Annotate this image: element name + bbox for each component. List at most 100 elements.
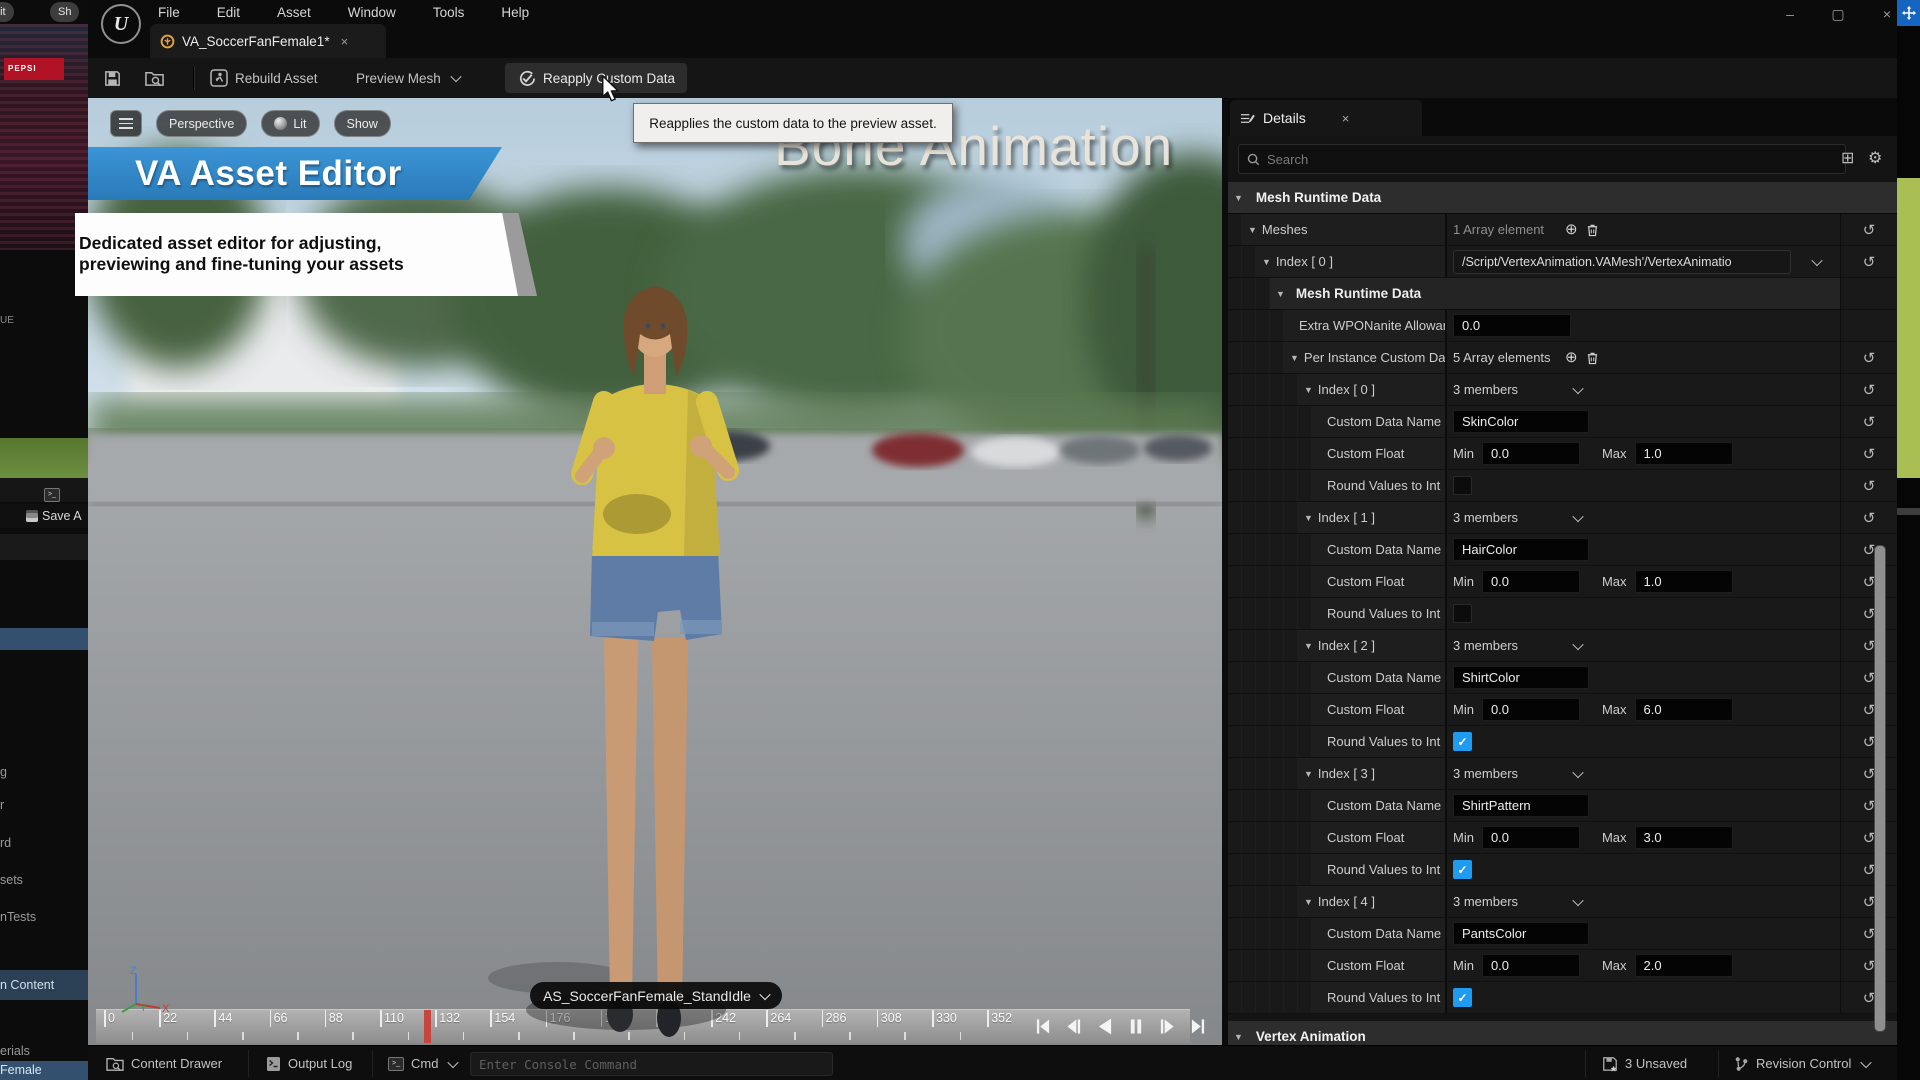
expander-arrow-icon[interactable]: ▼ [1234,193,1243,203]
round-values-checkbox[interactable]: ✓ [1453,860,1472,879]
expander-arrow-icon[interactable]: ▼ [1276,289,1285,299]
property-value-input[interactable]: ShirtPattern [1453,794,1589,817]
pause-button[interactable] [1125,1014,1147,1038]
empty-array-icon[interactable] [1586,351,1599,365]
step-back-button[interactable] [1063,1014,1085,1038]
details-scrollbar-thumb[interactable] [1874,545,1886,1032]
output-log-button[interactable]: Output Log [266,1046,352,1080]
details-search-input[interactable]: Search [1238,144,1846,174]
menu-asset[interactable]: Asset [277,5,311,20]
column-view-icon[interactable]: ⊞ [1841,148,1854,168]
expander-arrow-icon[interactable]: ▼ [1304,513,1313,523]
show-button[interactable]: Show [334,110,391,137]
trash-icon[interactable] [1586,223,1599,237]
round-values-checkbox[interactable] [1453,604,1472,623]
background-tree-item: g [0,765,88,779]
chevron-down-icon[interactable] [1572,638,1583,649]
property-value-input[interactable]: SkinColor [1453,410,1589,433]
animation-selector-dropdown[interactable]: AS_SoccerFanFemale_StandIdle [530,982,782,1009]
chevron-down-icon[interactable] [1572,766,1583,777]
category-header[interactable]: ▼Mesh Runtime Data [1228,182,1897,214]
viewport-menu-button[interactable] [110,110,142,137]
maximize-button[interactable]: ▢ [1823,3,1853,25]
chevron-down-icon[interactable] [1572,894,1583,905]
asset-tab[interactable]: VA_SoccerFanFemale1* × [150,24,386,58]
subcategory-header[interactable]: ▼Mesh Runtime Data [1270,278,1840,309]
indent-guide [1284,502,1298,533]
menu-window[interactable]: Window [348,5,396,20]
expander-arrow-icon[interactable]: ▼ [1290,353,1299,363]
expander-arrow-icon[interactable]: ▼ [1248,225,1257,235]
menu-tools[interactable]: Tools [433,5,465,20]
menu-file[interactable]: File [158,5,180,20]
property-value-input[interactable]: PantsColor [1453,922,1589,945]
menu-help[interactable]: Help [501,5,529,20]
revert-icon[interactable]: ↺ [1863,253,1876,271]
expander-arrow-icon[interactable]: ▼ [1304,385,1313,395]
step-forward-button[interactable] [1156,1014,1178,1038]
round-values-checkbox[interactable] [1453,476,1472,495]
chevron-down-icon[interactable] [1572,382,1583,393]
revert-icon[interactable]: ↺ [1863,221,1876,239]
min-value-input[interactable]: 0.0 [1482,954,1580,977]
min-value-input[interactable]: 0.0 [1482,826,1580,849]
add-element-icon[interactable]: ⊕ [1565,222,1578,237]
expander-arrow-icon[interactable]: ▼ [1234,1032,1243,1042]
property-value-input[interactable]: 0.0 [1453,314,1571,337]
min-value-input[interactable]: 0.0 [1482,442,1580,465]
max-value-input[interactable]: 1.0 [1635,570,1733,593]
revert-icon[interactable]: ↺ [1863,381,1876,399]
chevron-down-icon[interactable] [1811,254,1822,265]
minimize-button[interactable]: – [1775,3,1805,25]
reapply-custom-data-button[interactable]: Reapply Custom Data [505,63,687,93]
play-reverse-button[interactable] [1094,1014,1116,1038]
expander-arrow-icon[interactable]: ▼ [1304,897,1313,907]
trash-icon[interactable] [1586,351,1599,365]
expander-arrow-icon[interactable]: ▼ [1304,769,1313,779]
lit-mode-button[interactable]: Lit [261,110,319,137]
chevron-down-icon[interactable] [1572,510,1583,521]
empty-array-icon[interactable] [1586,223,1599,237]
revert-icon[interactable]: ↺ [1863,477,1876,495]
details-settings-gear-icon[interactable]: ⚙ [1868,148,1882,168]
rebuild-asset-button[interactable]: Rebuild Asset [210,63,318,93]
add-element-icon[interactable]: ⊕ [1565,350,1578,365]
unsaved-assets-button[interactable]: 3 Unsaved [1602,1046,1687,1080]
skip-to-start-button[interactable] [1032,1014,1054,1038]
property-value-input[interactable]: HairColor [1453,538,1589,561]
expander-arrow-icon[interactable]: ▼ [1304,641,1313,651]
expander-arrow-icon[interactable]: ▼ [1262,257,1271,267]
max-value-input[interactable]: 2.0 [1635,954,1733,977]
property-value-input[interactable]: ShirtColor [1453,666,1589,689]
min-value-input[interactable]: 0.0 [1482,698,1580,721]
min-value-input[interactable]: 0.0 [1482,570,1580,593]
max-value-input[interactable]: 1.0 [1635,442,1733,465]
revert-icon[interactable]: ↺ [1863,349,1876,367]
tab-close-icon[interactable]: × [341,34,349,49]
revert-icon[interactable]: ↺ [1863,445,1876,463]
content-drawer-button[interactable]: Content Drawer [106,1046,222,1080]
revert-icon[interactable]: ↺ [1863,509,1876,527]
details-tab-bar: Details × [1228,98,1897,136]
round-values-checkbox[interactable]: ✓ [1453,732,1472,751]
cmd-dropdown[interactable]: >_ Cmd [388,1046,457,1080]
round-values-checkbox[interactable]: ✓ [1453,988,1472,1007]
console-command-input[interactable]: Enter Console Command [470,1052,833,1076]
property-label: Custom Float [1327,446,1404,461]
revision-control-button[interactable]: Revision Control [1734,1046,1870,1080]
timeline-playhead[interactable] [424,1010,431,1043]
revert-icon[interactable]: ↺ [1863,413,1876,431]
perspective-button[interactable]: Perspective [156,110,247,137]
details-tab-close-icon[interactable]: × [1342,111,1350,126]
save-button[interactable] [103,63,122,93]
preview-mesh-dropdown[interactable]: Preview Mesh [356,63,460,93]
asset-reference-combo[interactable]: /Script/VertexAnimation.VAMesh'/VertexAn… [1453,250,1791,274]
details-tab[interactable]: Details × [1230,100,1422,136]
indent-guide [1298,438,1312,469]
max-value-input[interactable]: 3.0 [1635,826,1733,849]
max-value-input[interactable]: 6.0 [1635,698,1733,721]
timeline-scrubber[interactable]: 0224466881101321541761982202422642863083… [96,1009,1190,1043]
browse-to-asset-button[interactable] [144,63,165,93]
skip-to-end-button[interactable] [1187,1014,1209,1038]
menu-edit[interactable]: Edit [217,5,240,20]
